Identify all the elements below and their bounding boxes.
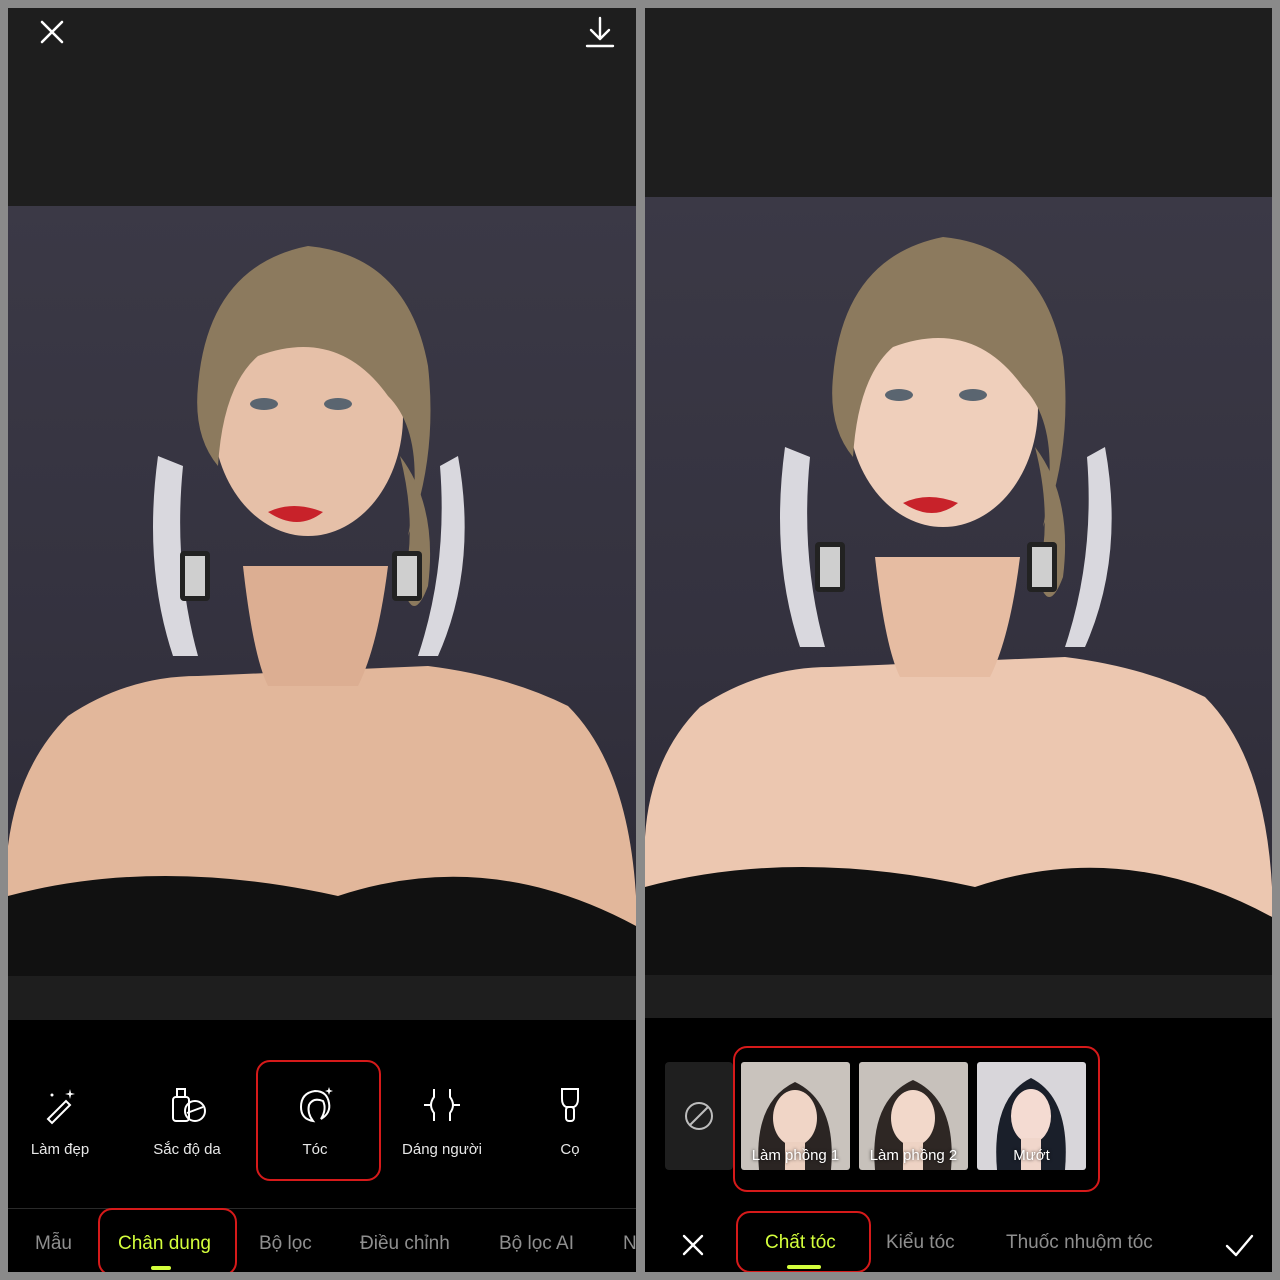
portrait-image [8, 246, 636, 976]
highlight-hair-texture-tab [736, 1211, 871, 1272]
right-screen: Làm phồng 1 Làm phồng 2 Mướt Chất tóc Ki… [645, 8, 1272, 1272]
highlight-hair-tool [256, 1060, 381, 1181]
skin-tone-icon [165, 1083, 209, 1127]
photo-preview[interactable] [645, 197, 1272, 975]
photo-preview[interactable] [8, 206, 636, 976]
no-effect-button[interactable] [665, 1062, 733, 1170]
tool-beauty[interactable]: Làm đẹp [8, 1075, 115, 1190]
tab-hair-dye[interactable]: Thuốc nhuộm tóc [1006, 1232, 1153, 1254]
portrait-image [645, 237, 1272, 975]
tab-ai-filters[interactable]: Bộ lọc AI [499, 1233, 574, 1255]
tool-label: Làm đẹp [30, 1141, 90, 1158]
top-bar [645, 8, 1272, 197]
none-icon [685, 1102, 713, 1130]
tool-body-shape[interactable]: Dáng người [387, 1075, 497, 1190]
tool-label: Sắc độ da [153, 1141, 221, 1158]
magic-wand-icon [38, 1083, 82, 1127]
tools-sheet: Làm đẹp Sắc độ da Tóc Dáng người Cọ Mẫu … [8, 1020, 636, 1272]
tool-label: Cọ [560, 1141, 580, 1158]
hair-options-sheet: Làm phồng 1 Làm phồng 2 Mướt Chất tóc Ki… [645, 1018, 1272, 1272]
photo-margin [645, 975, 1272, 1018]
brush-icon [548, 1083, 592, 1127]
close-icon[interactable] [32, 12, 72, 52]
tab-filters[interactable]: Bộ lọc [259, 1233, 312, 1255]
photo-margin [8, 976, 636, 1020]
cancel-icon[interactable] [673, 1225, 713, 1265]
tab-next[interactable]: N [623, 1233, 636, 1255]
confirm-check-icon[interactable] [1219, 1225, 1259, 1265]
left-screen: Làm đẹp Sắc độ da Tóc Dáng người Cọ Mẫu … [8, 8, 636, 1272]
highlight-portrait-tab [98, 1208, 237, 1272]
tool-label: Dáng người [402, 1141, 482, 1158]
download-icon[interactable] [580, 12, 620, 52]
tool-brush[interactable]: Cọ [515, 1075, 625, 1190]
tab-hair-style[interactable]: Kiểu tóc [886, 1232, 955, 1254]
tool-skin-tone[interactable]: Sắc độ da [132, 1075, 242, 1190]
highlight-hair-options [733, 1046, 1100, 1192]
tab-adjust[interactable]: Điều chỉnh [360, 1233, 450, 1255]
body-shape-icon [420, 1083, 464, 1127]
top-bar [8, 8, 636, 206]
tab-templates[interactable]: Mẫu [35, 1233, 72, 1255]
divider [8, 1208, 636, 1209]
